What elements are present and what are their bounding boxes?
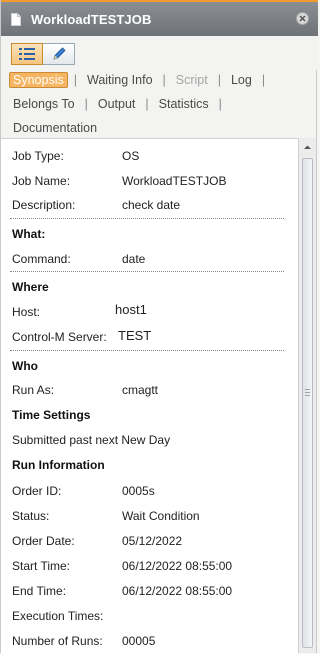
- start-time-value: 06/12/2022 08:55:00: [122, 559, 233, 573]
- status-label: Status:: [12, 509, 50, 523]
- tab-row-2: Belongs To | Output | Statistics |: [9, 96, 228, 112]
- tab-separator: |: [162, 73, 166, 87]
- run-information-header: Run Information: [12, 458, 105, 472]
- order-id-label: Order ID:: [12, 484, 62, 498]
- title-bar: WorkloadTESTJOB: [1, 2, 318, 36]
- number-of-runs-label: Number of Runs:: [12, 634, 103, 648]
- status-value: Wait Condition: [122, 509, 200, 523]
- tab-log[interactable]: Log: [227, 72, 256, 88]
- command-label: Command:: [12, 252, 71, 266]
- scrollbar-thumb[interactable]: [302, 158, 313, 648]
- tab-separator: |: [73, 73, 77, 87]
- execution-times-label: Execution Times:: [12, 609, 104, 623]
- tab-documentation[interactable]: Documentation: [9, 120, 101, 136]
- section-divider: [10, 350, 284, 351]
- tab-separator: |: [218, 97, 222, 111]
- edit-button[interactable]: [43, 43, 75, 65]
- description-value: check date: [122, 198, 181, 212]
- view-toggle: [11, 43, 75, 65]
- run-as-label: Run As:: [12, 383, 55, 397]
- host-value: host1: [115, 302, 147, 317]
- time-settings-value: Submitted past next New Day: [12, 433, 171, 447]
- number-of-runs-value: 00005: [122, 634, 156, 648]
- end-time-label: End Time:: [12, 584, 67, 598]
- tab-separator: |: [145, 97, 149, 111]
- job-name-label: Job Name:: [12, 174, 71, 188]
- server-value: TEST: [118, 328, 152, 343]
- tab-script: Script: [175, 73, 208, 87]
- job-details-panel: WorkloadTESTJOB Synopsis | Waiting Info …: [0, 0, 318, 654]
- grip-line: [305, 395, 310, 396]
- what-header: What:: [12, 227, 46, 241]
- tab-row-3: Documentation: [9, 120, 101, 136]
- where-header: Where: [12, 280, 49, 294]
- grip-line: [305, 392, 310, 393]
- tab-statistics[interactable]: Statistics: [155, 96, 213, 112]
- section-divider: [10, 218, 284, 219]
- run-as-value: cmagtt: [122, 383, 159, 397]
- close-button[interactable]: [296, 12, 309, 25]
- section-divider: [10, 271, 284, 272]
- time-settings-header: Time Settings: [12, 408, 91, 422]
- tab-separator: |: [84, 97, 88, 111]
- tab-waiting-info[interactable]: Waiting Info: [83, 72, 157, 88]
- window-title: WorkloadTESTJOB: [31, 11, 152, 27]
- order-date-label: Order Date:: [12, 534, 75, 548]
- tab-synopsis[interactable]: Synopsis: [9, 72, 68, 88]
- tab-separator: |: [217, 73, 221, 87]
- end-time-value: 06/12/2022 08:55:00: [122, 584, 233, 598]
- tab-belongs-to[interactable]: Belongs To: [9, 96, 79, 112]
- scroll-up-arrow-icon[interactable]: [301, 141, 314, 154]
- pencil-icon: [52, 47, 66, 60]
- toolbar: [1, 36, 318, 70]
- server-label: Control-M Server:: [12, 330, 107, 344]
- synopsis-content: Job Type: OS Job Name: WorkloadTESTJOB D…: [1, 138, 298, 654]
- tab-separator: |: [261, 73, 266, 87]
- list-icon: [19, 48, 35, 60]
- start-time-label: Start Time:: [12, 559, 71, 573]
- vertical-scrollbar[interactable]: [298, 138, 316, 653]
- command-value: date: [122, 252, 146, 266]
- list-view-button[interactable]: [11, 43, 43, 65]
- tab-row-1: Synopsis | Waiting Info | Script | Log |: [9, 72, 271, 88]
- order-id-value: 0005s: [122, 484, 155, 498]
- tab-output[interactable]: Output: [94, 96, 140, 112]
- grip-line: [305, 389, 310, 390]
- description-label: Description:: [12, 198, 76, 212]
- document-icon: [11, 12, 21, 26]
- order-date-value: 05/12/2022: [122, 534, 183, 548]
- who-header: Who: [12, 359, 38, 373]
- host-label: Host:: [12, 305, 41, 319]
- job-type-label: Job Type:: [12, 149, 64, 163]
- job-type-value: OS: [122, 149, 140, 163]
- job-name-value: WorkloadTESTJOB: [122, 174, 227, 188]
- close-icon: [299, 15, 306, 22]
